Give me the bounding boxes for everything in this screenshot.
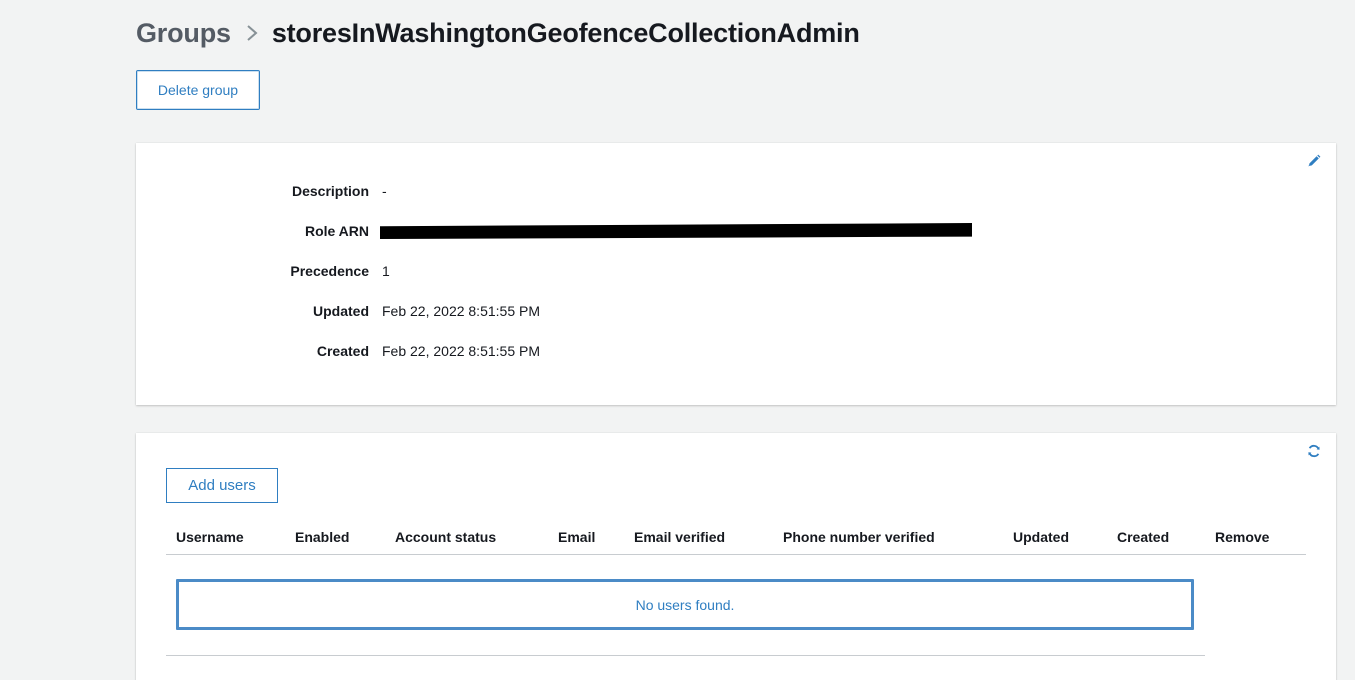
description-label: Description	[291, 183, 369, 199]
created-label: Created	[316, 343, 369, 359]
column-email-verified[interactable]: Email verified	[634, 522, 725, 554]
created-value: Feb 22, 2022 8:51:55 PM	[382, 343, 540, 359]
updated-label: Updated	[313, 303, 369, 319]
column-username[interactable]: Username	[176, 522, 244, 554]
table-divider	[166, 655, 1205, 656]
breadcrumb-groups-link[interactable]: Groups	[136, 18, 231, 49]
column-account-status[interactable]: Account status	[395, 522, 496, 554]
users-table-header: Username Enabled Account status Email Em…	[166, 522, 1306, 555]
page-title: storesInWashingtonGeofenceCollectionAdmi…	[271, 17, 860, 48]
role-arn-row: Role ARN	[136, 221, 972, 241]
role-arn-label: Role ARN	[304, 223, 369, 239]
column-enabled[interactable]: Enabled	[295, 522, 349, 554]
precedence-label: Precedence	[290, 263, 369, 279]
chevron-right-icon	[247, 25, 258, 41]
group-detail-page: Groups storesInWashingtonGeofenceCollect…	[0, 0, 1355, 680]
refresh-icon[interactable]	[1306, 443, 1322, 459]
breadcrumb: Groups storesInWashingtonGeofenceCollect…	[136, 14, 860, 52]
group-details-panel: Description - Role ARN Precedence 1 Upda…	[136, 143, 1336, 405]
redacted-role-arn-bar	[380, 223, 972, 239]
pencil-icon[interactable]	[1306, 153, 1322, 169]
precedence-value: 1	[382, 263, 390, 279]
add-users-button[interactable]: Add users	[166, 468, 278, 503]
column-remove: Remove	[1215, 529, 1270, 545]
precedence-row: Precedence 1	[136, 261, 390, 281]
group-users-panel: Username Enabled Account status Email Em…	[136, 433, 1336, 680]
updated-row: Updated Feb 22, 2022 8:51:55 PM	[136, 301, 540, 321]
updated-value: Feb 22, 2022 8:51:55 PM	[382, 303, 540, 319]
created-row: Created Feb 22, 2022 8:51:55 PM	[136, 341, 540, 361]
description-value: -	[382, 183, 387, 199]
column-created[interactable]: Created	[1117, 522, 1169, 554]
description-row: Description -	[136, 181, 387, 201]
delete-group-button[interactable]: Delete group	[136, 70, 260, 110]
column-phone-number-verified[interactable]: Phone number verified	[783, 522, 935, 554]
empty-users-message: No users found.	[176, 579, 1194, 630]
column-email[interactable]: Email	[558, 522, 595, 554]
column-updated[interactable]: Updated	[1013, 522, 1069, 554]
